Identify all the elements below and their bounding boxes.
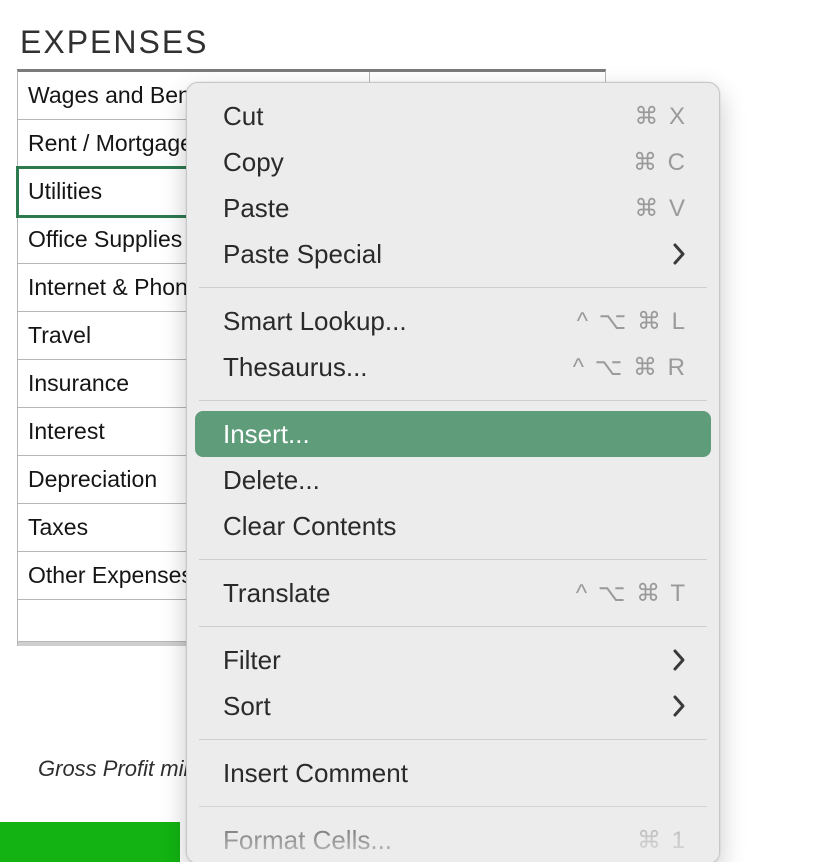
menu-item-clear-contents[interactable]: Clear Contents [195, 503, 711, 549]
menu-label: Delete... [223, 465, 320, 496]
menu-item-delete[interactable]: Delete... [195, 457, 711, 503]
menu-separator [199, 806, 707, 807]
menu-item-translate[interactable]: Translate ^ ⌥ ⌘ T [195, 570, 711, 616]
menu-item-paste[interactable]: Paste ⌘ V [195, 185, 711, 231]
menu-label: Insert Comment [223, 758, 408, 789]
menu-label: Paste [223, 193, 290, 224]
menu-shortcut: ^ ⌥ ⌘ R [573, 353, 687, 382]
menu-label: Thesaurus... [223, 352, 368, 383]
menu-label: Sort [223, 691, 271, 722]
menu-label: Clear Contents [223, 511, 396, 542]
menu-label: Insert... [223, 419, 310, 450]
menu-label: Filter [223, 645, 281, 676]
menu-label: Copy [223, 147, 284, 178]
menu-shortcut: ⌘ X [634, 102, 687, 131]
menu-separator [199, 739, 707, 740]
section-title: EXPENSES [20, 24, 209, 61]
menu-item-filter[interactable]: Filter [195, 637, 711, 683]
menu-shortcut: ⌘ 1 [637, 826, 687, 855]
menu-shortcut: ⌘ V [634, 194, 687, 223]
menu-item-insert[interactable]: Insert... [195, 411, 711, 457]
menu-item-cut[interactable]: Cut ⌘ X [195, 93, 711, 139]
menu-item-smart-lookup[interactable]: Smart Lookup... ^ ⌥ ⌘ L [195, 298, 711, 344]
menu-label: Translate [223, 578, 330, 609]
menu-separator [199, 287, 707, 288]
menu-label: Cut [223, 101, 263, 132]
chevron-right-icon [671, 648, 687, 672]
menu-item-thesaurus[interactable]: Thesaurus... ^ ⌥ ⌘ R [195, 344, 711, 390]
menu-label: Smart Lookup... [223, 306, 407, 337]
chevron-right-icon [671, 242, 687, 266]
menu-label: Paste Special [223, 239, 382, 270]
green-bar [0, 822, 180, 862]
menu-item-format-cells[interactable]: Format Cells... ⌘ 1 [195, 817, 711, 862]
menu-label: Format Cells... [223, 825, 392, 856]
menu-shortcut: ^ ⌥ ⌘ T [576, 579, 687, 608]
chevron-right-icon [671, 694, 687, 718]
menu-separator [199, 559, 707, 560]
menu-shortcut: ^ ⌥ ⌘ L [577, 307, 687, 336]
menu-item-sort[interactable]: Sort [195, 683, 711, 729]
menu-separator [199, 400, 707, 401]
menu-item-paste-special[interactable]: Paste Special [195, 231, 711, 277]
menu-separator [199, 626, 707, 627]
menu-item-copy[interactable]: Copy ⌘ C [195, 139, 711, 185]
menu-shortcut: ⌘ C [633, 148, 687, 177]
context-menu: Cut ⌘ X Copy ⌘ C Paste ⌘ V Paste Special… [186, 82, 720, 862]
menu-item-insert-comment[interactable]: Insert Comment [195, 750, 711, 796]
